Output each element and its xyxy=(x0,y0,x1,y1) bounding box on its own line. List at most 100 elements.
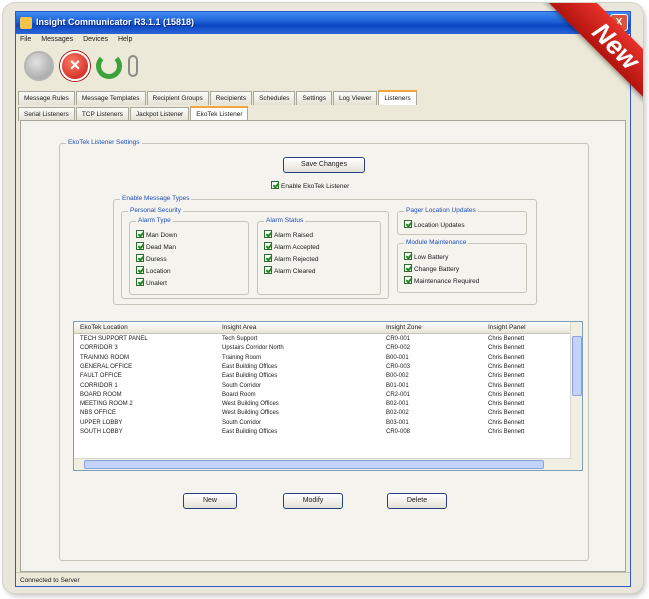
table-cell: CR2-001 xyxy=(386,391,411,398)
ekotek-settings-label: EkoTek Listener Settings xyxy=(66,139,142,146)
label-unalert: Unalert xyxy=(146,280,167,287)
tab-settings[interactable]: Settings xyxy=(296,91,332,105)
table-row[interactable]: TECH SUPPORT PANEL Tech Support CR0-001 Chr… xyxy=(74,335,570,344)
alarm-status-group: Alarm Status Alarm Raised Alarm Accepted… xyxy=(257,217,381,295)
label-man-down: Man Down xyxy=(146,232,178,239)
table-row[interactable]: TRAINING ROOM Training Room B00-001 Chris B… xyxy=(74,354,570,363)
table-cell: B00-001 xyxy=(386,354,409,361)
tab-message-templates[interactable]: Message Templates xyxy=(75,91,146,105)
stop-icon[interactable]: × xyxy=(60,51,90,81)
table-cell: BOARD ROOM xyxy=(80,391,122,398)
table-row[interactable]: CORRIDOR 3 Upstairs Corridor North CR0-002… xyxy=(74,344,570,353)
checkbox-man-down[interactable]: Man Down xyxy=(136,230,177,240)
modify-button[interactable]: Modify xyxy=(283,493,343,509)
table-row[interactable]: FAULT OFFICE East Building Offices B00-002… xyxy=(74,372,570,381)
table-cell: CORRIDOR 1 xyxy=(80,382,118,389)
tab-recipient-groups[interactable]: Recipient Groups xyxy=(146,91,209,105)
checkbox-location[interactable]: Location xyxy=(136,266,171,276)
table-cell: TRAINING ROOM xyxy=(80,354,129,361)
label-change-battery: Change Battery xyxy=(414,266,460,273)
table-cell: Upstairs Corridor North xyxy=(222,345,284,352)
subtab-jackpot-listener[interactable]: Jackpot Listener xyxy=(129,107,190,121)
checkbox-maintenance-required[interactable]: Maintenance Required xyxy=(404,276,479,286)
table-cell: Chris Bennett xyxy=(488,419,525,426)
refresh-icon[interactable] xyxy=(96,53,122,79)
checkbox-change-battery[interactable]: Change Battery xyxy=(404,264,459,274)
toolbar: × xyxy=(16,47,630,87)
pager-location-group: Pager Location Updates Location Updates xyxy=(397,207,527,235)
table-cell: West Building Offices xyxy=(222,410,279,417)
subtab-serial-listeners[interactable]: Serial Listeners xyxy=(18,107,75,121)
table-cell: GENERAL OFFICE xyxy=(80,363,133,370)
table-row[interactable]: SOUTH LOBBY East Building Offices CR0-008 C… xyxy=(74,428,570,437)
new-button[interactable]: New xyxy=(183,493,237,509)
table-cell: Chris Bennett xyxy=(488,401,525,408)
table-row[interactable]: BOARD ROOM Board Room CR2-001 Chris Bennett xyxy=(74,391,570,400)
alarm-type-label: Alarm Type xyxy=(136,217,173,224)
checkbox-low-battery[interactable]: Low Battery xyxy=(404,252,448,262)
table-cell: CORRIDOR 3 xyxy=(80,345,118,352)
checkbox-alarm-cleared[interactable]: Alarm Cleared xyxy=(264,266,316,276)
main-tabs: Message Rules Message Templates Recipient … xyxy=(18,90,418,105)
delete-button[interactable]: Delete xyxy=(387,493,447,509)
checkbox-alarm-rejected[interactable]: Alarm Rejected xyxy=(264,254,318,264)
table-row[interactable]: CORRIDOR 1 South Corridor B01-001 Chris Ben… xyxy=(74,382,570,391)
label-low-battery: Low Battery xyxy=(414,254,449,261)
tab-schedules[interactable]: Schedules xyxy=(253,91,296,105)
table-cell: West Building Offices xyxy=(222,401,279,408)
table-cell: B02-001 xyxy=(386,401,409,408)
table-cell: CR0-001 xyxy=(386,336,411,342)
menu-bar: File Messages Devices Help xyxy=(16,34,630,47)
title-bar: Insight Communicator R3.1.1 (15818) X xyxy=(16,12,630,34)
column-insight-area[interactable]: Insight Area xyxy=(222,324,256,331)
window-title: Insight Communicator R3.1.1 (15818) xyxy=(36,17,195,27)
table-row[interactable]: UPPER LOBBY South Corridor B03-001 Chris Be… xyxy=(74,419,570,428)
save-changes-button[interactable]: Save Changes xyxy=(283,157,365,173)
subtab-tcp-listeners[interactable]: TCP Listeners xyxy=(75,107,129,121)
table-cell: East Building Offices xyxy=(222,363,278,370)
location-mapping-table[interactable]: EkoTek Location Insight Area Insight Zon… xyxy=(73,321,583,471)
horizontal-scroll-thumb[interactable] xyxy=(84,460,544,469)
column-insight-panel[interactable]: Insight Panel xyxy=(488,324,526,331)
table-cell: Chris Bennett xyxy=(488,391,525,398)
checkbox-alarm-accepted[interactable]: Alarm Accepted xyxy=(264,242,320,252)
vertical-scroll-thumb[interactable] xyxy=(572,336,582,396)
tab-recipients[interactable]: Recipients xyxy=(209,91,253,105)
checkbox-location-updates[interactable]: Location Updates xyxy=(404,220,465,230)
module-maintenance-label: Module Maintenance xyxy=(404,239,469,246)
table-cell: Chris Bennett xyxy=(488,373,525,380)
table-row[interactable]: GENERAL OFFICE East Building Offices CR0-0… xyxy=(74,363,570,372)
status-icon[interactable] xyxy=(24,51,54,81)
table-cell: SOUTH LOBBY xyxy=(80,429,123,435)
personal-security-label: Personal Security xyxy=(128,207,183,214)
enable-ekotek-checkbox[interactable]: Enable EkoTek Listener xyxy=(271,181,349,191)
attach-icon[interactable] xyxy=(128,55,138,77)
table-cell: Chris Bennett xyxy=(488,382,525,389)
tab-listeners[interactable]: Listeners xyxy=(378,90,417,105)
menu-help[interactable]: Help xyxy=(114,34,136,45)
column-insight-zone[interactable]: Insight Zone xyxy=(386,324,422,331)
checkbox-dead-man[interactable]: Dead Man xyxy=(136,242,176,252)
tab-message-rules[interactable]: Message Rules xyxy=(18,91,75,105)
table-cell: B02-002 xyxy=(386,410,409,417)
tab-log-viewer[interactable]: Log Viewer xyxy=(332,91,378,105)
vertical-scrollbar[interactable] xyxy=(570,322,582,470)
checkbox-alarm-raised[interactable]: Alarm Raised xyxy=(264,230,313,240)
menu-devices[interactable]: Devices xyxy=(79,34,112,45)
column-ekotek-location[interactable]: EkoTek Location xyxy=(80,324,128,331)
menu-messages[interactable]: Messages xyxy=(37,34,77,45)
table-cell: Tech Support xyxy=(222,336,258,342)
pager-location-label: Pager Location Updates xyxy=(404,207,478,214)
table-row[interactable]: NBS OFFICE West Building Offices B02-002 Ch… xyxy=(74,409,570,418)
horizontal-scrollbar[interactable] xyxy=(74,458,572,470)
app-window: Insight Communicator R3.1.1 (15818) X Fi… xyxy=(15,11,631,587)
menu-file[interactable]: File xyxy=(16,34,35,45)
label-alarm-rejected: Alarm Rejected xyxy=(274,256,319,263)
table-cell: East Building Offices xyxy=(222,429,278,435)
subtab-ekotek-listener[interactable]: EkoTek Listener xyxy=(190,106,249,121)
table-cell: CR0-008 xyxy=(386,429,411,435)
checkbox-unalert[interactable]: Unalert xyxy=(136,278,167,288)
table-cell: Chris Bennett xyxy=(488,345,525,352)
checkbox-duress[interactable]: Duress xyxy=(136,254,167,264)
table-row[interactable]: MEETING ROOM 2 West Building Offices B02-0… xyxy=(74,400,570,409)
